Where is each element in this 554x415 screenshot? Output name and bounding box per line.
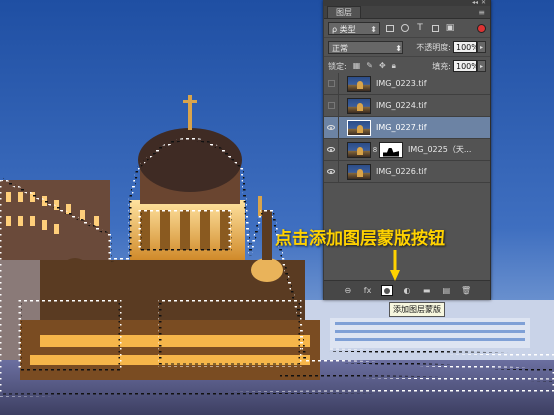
link-layers-icon[interactable]: ⊖ (342, 285, 354, 297)
opacity-field[interactable]: 100% (453, 41, 479, 53)
visibility-toggle[interactable] (324, 116, 339, 139)
fill-dropdown-icon[interactable]: ▸ (477, 60, 486, 72)
eye-icon (327, 169, 335, 174)
layer-thumbnail (347, 141, 371, 158)
lock-transparent-icon[interactable]: ▦ (353, 61, 361, 71)
layer-name[interactable]: IMG_0227.tif (376, 123, 427, 132)
mask-link-icon[interactable]: 8 (372, 146, 378, 154)
visibility-toggle[interactable] (324, 94, 339, 117)
arrow-down-icon (390, 250, 400, 281)
blend-row: 正常 ⬍ 不透明度: 100% ▸ (324, 38, 490, 57)
layer-name[interactable]: IMG_0224.tif (376, 101, 427, 110)
blend-mode-value: 正常 (332, 43, 348, 53)
filter-type-select[interactable]: ρ 类型 ⬍ (328, 21, 380, 35)
hidden-icon (327, 102, 335, 109)
layer-name[interactable]: IMG_0226.tif (376, 167, 427, 176)
visibility-toggle[interactable] (324, 138, 339, 161)
tab-layers[interactable]: 图层 (327, 6, 361, 18)
new-layer-icon[interactable]: ▤ (440, 285, 452, 297)
layers-bottom-bar: ⊖ fx ◐ ▬ ▤ 🗑︎ (324, 280, 490, 300)
chevron-down-icon: ⬍ (370, 24, 377, 34)
new-group-icon[interactable]: ▬ (421, 285, 433, 297)
shape-filter-icon[interactable] (430, 23, 440, 33)
blend-mode-select[interactable]: 正常 ⬍ (328, 40, 403, 54)
visibility-toggle[interactable] (324, 160, 339, 183)
add-mask-tooltip: 添加图层蒙版 (389, 302, 445, 317)
lock-all-icon[interactable]: 🔒︎ (392, 61, 396, 71)
filter-row: ρ 类型 ⬍ T ▣ (324, 19, 490, 38)
lock-position-icon[interactable]: ✥ (379, 61, 386, 71)
fx-icon[interactable]: fx (362, 285, 374, 297)
layer-row[interactable]: IMG_0223.tif (324, 72, 490, 95)
layers-panel: ◂◂ ✕ 图层 ≡ ρ 类型 ⬍ T ▣ 正常 ⬍ 不透明度: 100% ▸ 锁… (323, 0, 491, 300)
layer-row-selected[interactable]: IMG_0227.tif (324, 116, 490, 139)
opacity-label: 不透明度: (416, 42, 451, 52)
lock-label: 锁定: (328, 61, 347, 71)
layer-row[interactable]: IMG_0224.tif (324, 94, 490, 117)
layer-thumbnail (347, 163, 371, 180)
lock-icons: ▦ ✎ ✥ 🔒︎ (353, 61, 396, 71)
fill-field[interactable]: 100% (453, 60, 479, 72)
layer-mask-thumbnail[interactable] (379, 141, 403, 158)
trash-icon[interactable]: 🗑︎ (460, 285, 472, 297)
panel-menu-icon[interactable]: ≡ (478, 7, 490, 18)
adjustment-layer-icon[interactable]: ◐ (401, 285, 413, 297)
eye-icon (327, 147, 335, 152)
instruction-caption: 点击添加图层蒙版按钮 (275, 229, 445, 249)
layer-row[interactable]: 8 IMG_0225（天... (324, 138, 490, 161)
visibility-toggle[interactable] (324, 72, 339, 95)
hidden-icon (327, 80, 335, 87)
adjustment-filter-icon[interactable] (400, 23, 410, 33)
layer-row[interactable]: IMG_0226.tif (324, 160, 490, 183)
type-filter-icon[interactable]: T (415, 23, 425, 33)
pixel-filter-icon[interactable] (385, 23, 395, 33)
layer-thumbnail (347, 97, 371, 114)
layer-name[interactable]: IMG_0225（天... (408, 144, 471, 155)
lock-paint-icon[interactable]: ✎ (366, 61, 373, 71)
close-panel-icon[interactable]: ✕ (481, 0, 486, 6)
collapse-icon[interactable]: ◂◂ (472, 0, 478, 6)
chevron-down-icon: ⬍ (395, 43, 402, 53)
eye-icon (327, 125, 335, 130)
opacity-dropdown-icon[interactable]: ▸ (477, 41, 486, 53)
fill-label: 填充: (432, 61, 451, 71)
panel-tab-bar: 图层 ≡ (324, 6, 490, 19)
smart-object-filter-icon[interactable]: ▣ (445, 23, 455, 33)
layer-name[interactable]: IMG_0223.tif (376, 79, 427, 88)
filter-type-value: ρ 类型 (332, 24, 356, 34)
add-layer-mask-icon[interactable] (381, 285, 394, 296)
layer-thumbnail (347, 75, 371, 92)
filter-toggle-icon[interactable] (477, 23, 486, 33)
layer-thumbnail (347, 119, 371, 136)
